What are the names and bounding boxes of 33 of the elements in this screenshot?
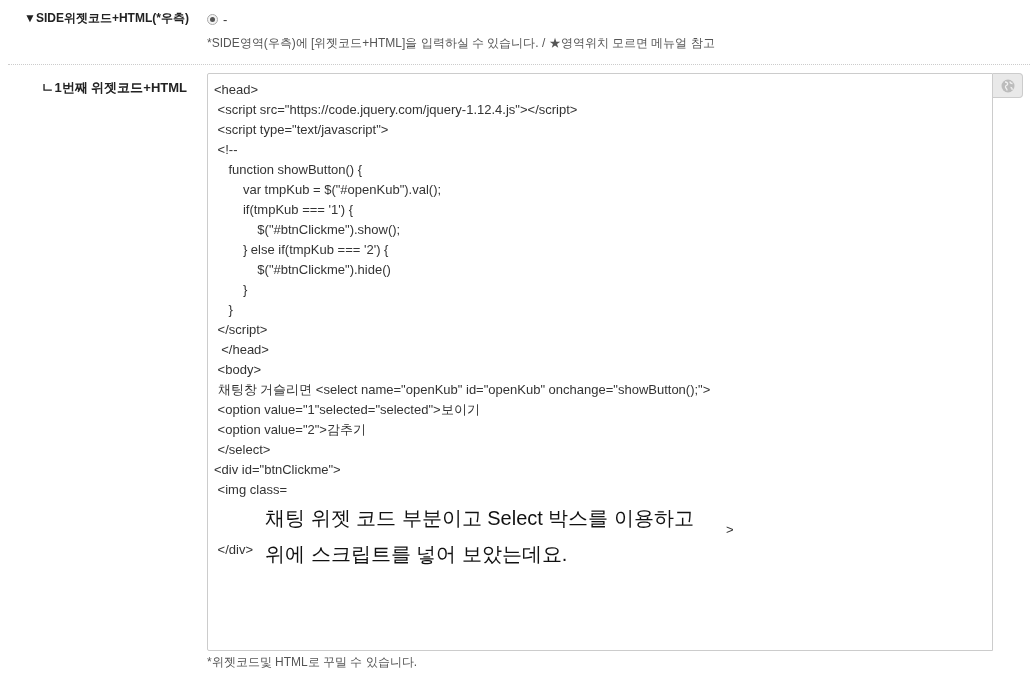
code-line: <body> bbox=[216, 362, 261, 377]
code-line: 채팅창 거슬리면 <select name="openKub" id="openKub" onchange="showButton();"> bbox=[216, 382, 711, 397]
radio-button[interactable] bbox=[207, 13, 218, 25]
field-label: ▼SIDE위젯코드+HTML(*우측) bbox=[23, 10, 187, 27]
code-line: if(tmpKub === '1') { bbox=[241, 202, 353, 217]
radio-label: - bbox=[223, 11, 228, 27]
code-line: } bbox=[241, 282, 248, 297]
code-line: $("#btnClickme").hide() bbox=[256, 262, 391, 277]
caption-line: 위에 스크립트를 넣어 보았는데요. bbox=[265, 542, 569, 567]
code-line: </head> bbox=[220, 342, 269, 357]
caption-line: 채팅 위젯 코드 부분이고 Select 박스를 이용하고 bbox=[265, 506, 695, 531]
code-field[interactable] bbox=[207, 73, 993, 651]
field-label: ㄴ1번째 위젯코드+HTML bbox=[40, 79, 187, 97]
code-line: function showButton() { bbox=[227, 162, 363, 177]
code-line: } bbox=[227, 302, 233, 317]
code-line: <div id="btnClickme"> bbox=[214, 462, 341, 477]
code-line: </div> bbox=[216, 542, 254, 557]
code-line: > bbox=[726, 522, 734, 537]
code-line: var tmpKub = $("#openKub").val(); bbox=[241, 182, 442, 197]
code-line: </select> bbox=[216, 442, 271, 457]
globe-icon bbox=[1000, 78, 1015, 93]
code-line: <img class= bbox=[216, 482, 287, 497]
code-line: <!-- bbox=[216, 142, 238, 157]
code-line: <script src="https://code.jquery.com/jquery-1.12.4.js"></script> bbox=[216, 102, 578, 117]
code-line: <script type="text/javascript"> bbox=[216, 122, 389, 137]
help-text: *SIDE영역(우측)에 [위젯코드+HTML]을 입력하실 수 있습니다. / ★영역위치 모르면 메뉴얼 참고 bbox=[207, 35, 716, 52]
help-text: *위젯코드및 HTML로 꾸밀 수 있습니다. bbox=[207, 654, 418, 671]
code-line: $("#btnClickme").show(); bbox=[256, 222, 401, 237]
code-line: <head> bbox=[214, 82, 259, 97]
code-line: <option value="2">감추기 bbox=[216, 422, 366, 437]
code-line: } else if(tmpKub === '2') { bbox=[241, 242, 389, 257]
code-line: </script> bbox=[216, 322, 268, 337]
code-line: <option value="1"selected="selected">보이기 bbox=[216, 402, 480, 417]
